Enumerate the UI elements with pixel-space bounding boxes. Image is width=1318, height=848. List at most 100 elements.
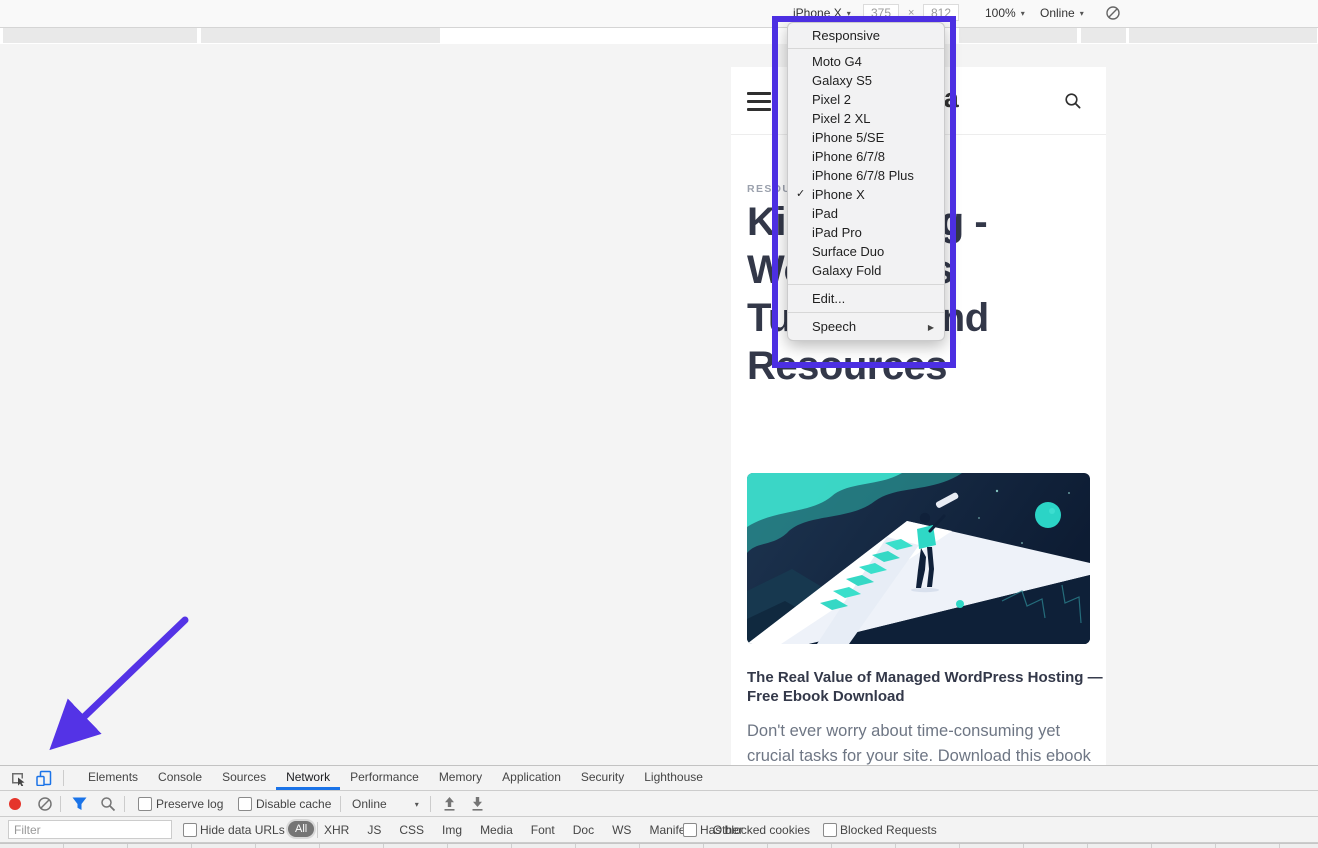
menu-item-edit[interactable]: Edit... (788, 289, 944, 308)
clear-button[interactable] (37, 796, 53, 812)
tab-security[interactable]: Security (571, 766, 634, 787)
device-toolbar-toggle-icon (36, 770, 52, 786)
blocked-requests-label[interactable]: Blocked Requests (840, 823, 937, 837)
devtools-tabbar: Elements Console Sources Network Perform… (0, 766, 1318, 791)
download-icon (470, 796, 485, 812)
type-filter-xhr[interactable]: XHR (324, 823, 349, 837)
type-filter-doc[interactable]: Doc (573, 823, 594, 837)
hero-illustration-image (747, 473, 1090, 644)
tab-network[interactable]: Network (276, 766, 340, 790)
type-filter-font[interactable]: Font (531, 823, 555, 837)
has-blocked-cookies-label[interactable]: Has blocked cookies (700, 823, 810, 837)
rotate-button[interactable] (1105, 5, 1121, 21)
preserve-log-label[interactable]: Preserve log (156, 797, 223, 811)
network-filter-bar: Hide data URLs All XHR JS CSS Img Media … (0, 817, 1318, 843)
tab-memory[interactable]: Memory (429, 766, 492, 787)
chevron-down-icon: ▾ (415, 800, 419, 809)
inspect-icon (10, 770, 26, 786)
throttle-selector[interactable]: Online ▾ (1040, 6, 1084, 20)
devtools-panel: Elements Console Sources Network Perform… (0, 765, 1318, 848)
tab-elements[interactable]: Elements (78, 766, 148, 787)
export-har-button[interactable] (470, 796, 485, 812)
requests-table-header (0, 843, 1318, 848)
device-selector[interactable]: iPhone X ▾ (793, 6, 851, 20)
menu-item-iphone-5-se[interactable]: iPhone 5/SE (788, 128, 944, 147)
tab-sources[interactable]: Sources (212, 766, 276, 787)
search-toggle-button[interactable] (100, 796, 116, 812)
device-toolbar-toggle-button[interactable] (36, 770, 52, 786)
menu-item-responsive[interactable]: Responsive (788, 26, 944, 45)
zoom-selector-label: 100% (985, 6, 1016, 20)
network-throttle-select[interactable]: Online▾ (352, 797, 419, 811)
type-filter-img[interactable]: Img (442, 823, 462, 837)
clear-icon (37, 796, 53, 812)
search-icon (100, 796, 116, 812)
menu-item-galaxy-s5[interactable]: Galaxy S5 (788, 71, 944, 90)
type-filter-css[interactable]: CSS (399, 823, 424, 837)
tab-lighthouse[interactable]: Lighthouse (634, 766, 713, 787)
filter-input[interactable] (8, 820, 172, 839)
blocked-requests-checkbox[interactable] (823, 823, 837, 837)
heading-line: Resources (747, 342, 989, 390)
article-title[interactable]: The Real Value of Managed WordPress Host… (747, 668, 1103, 706)
zoom-selector[interactable]: 100% ▾ (985, 6, 1025, 20)
viewport-height-input[interactable] (923, 4, 959, 21)
type-filter-ws[interactable]: WS (612, 823, 631, 837)
menu-separator (788, 312, 944, 313)
menu-item-galaxy-fold[interactable]: Galaxy Fold (788, 261, 944, 280)
checkmark-icon: ✓ (796, 185, 805, 204)
type-filters: XHR JS CSS Img Media Font Doc WS Manifes… (324, 823, 743, 837)
filter-toggle-button[interactable] (72, 797, 87, 811)
tab-performance[interactable]: Performance (340, 766, 429, 787)
disable-cache-checkbox[interactable] (238, 797, 252, 811)
device-selector-label: iPhone X (793, 6, 842, 20)
menu-item-iphone-x[interactable]: ✓ iPhone X (788, 185, 944, 204)
has-blocked-cookies-checkbox[interactable] (683, 823, 697, 837)
funnel-icon (72, 797, 87, 811)
type-filter-js[interactable]: JS (367, 823, 381, 837)
chevron-down-icon: ▾ (1080, 9, 1084, 18)
media-query-bar (0, 27, 1318, 44)
media-query-segment (959, 28, 1077, 43)
type-filter-media[interactable]: Media (480, 823, 513, 837)
disable-cache-label[interactable]: Disable cache (256, 797, 331, 811)
hide-data-urls-checkbox[interactable] (183, 823, 197, 837)
menu-item-surface-duo[interactable]: Surface Duo (788, 242, 944, 261)
menu-item-pixel-2[interactable]: Pixel 2 (788, 90, 944, 109)
preserve-log-checkbox[interactable] (138, 797, 152, 811)
record-button[interactable] (9, 798, 21, 810)
type-filter-all[interactable]: All (288, 821, 314, 837)
rotate-icon (1105, 5, 1121, 21)
menu-separator (788, 48, 944, 49)
chevron-down-icon: ▾ (1021, 9, 1025, 18)
dimension-multiply-label: × (908, 7, 914, 19)
media-query-segment (3, 28, 197, 43)
upload-icon (442, 796, 457, 812)
tab-application[interactable]: Application (492, 766, 571, 787)
menu-item-pixel-2-xl[interactable]: Pixel 2 XL (788, 109, 944, 128)
tab-console[interactable]: Console (148, 766, 212, 787)
menu-item-moto-g4[interactable]: Moto G4 (788, 52, 944, 71)
menu-item-iphone-678[interactable]: iPhone 6/7/8 (788, 147, 944, 166)
device-toolbar: iPhone X ▾ × 100% ▾ Online ▾ (0, 0, 1318, 28)
media-query-segment (201, 28, 440, 43)
devtools-window: iPhone X▾ × 100%▾ Online▾ Ki (0, 0, 1318, 848)
import-har-button[interactable] (442, 796, 457, 812)
media-query-segment (1129, 28, 1317, 43)
article-excerpt: Don't ever worry about time-consuming ye… (747, 719, 1091, 765)
search-icon (1064, 92, 1082, 110)
menu-item-speech[interactable]: ▶ Speech (788, 317, 944, 336)
search-button[interactable] (1064, 92, 1082, 110)
menu-item-ipad[interactable]: iPad (788, 204, 944, 223)
devtools-tabs: Elements Console Sources Network Perform… (78, 766, 713, 790)
hide-data-urls-label[interactable]: Hide data URLs (200, 823, 285, 837)
throttle-selector-label: Online (1040, 6, 1075, 20)
viewport-width-input[interactable] (863, 4, 899, 21)
menu-separator (788, 284, 944, 285)
menu-item-iphone-678-plus[interactable]: iPhone 6/7/8 Plus (788, 166, 944, 185)
inspect-button[interactable] (10, 770, 26, 786)
menu-item-ipad-pro[interactable]: iPad Pro (788, 223, 944, 242)
hero-illustration[interactable] (747, 473, 1090, 644)
chevron-down-icon: ▾ (847, 9, 851, 18)
submenu-arrow-icon: ▶ (928, 318, 934, 337)
